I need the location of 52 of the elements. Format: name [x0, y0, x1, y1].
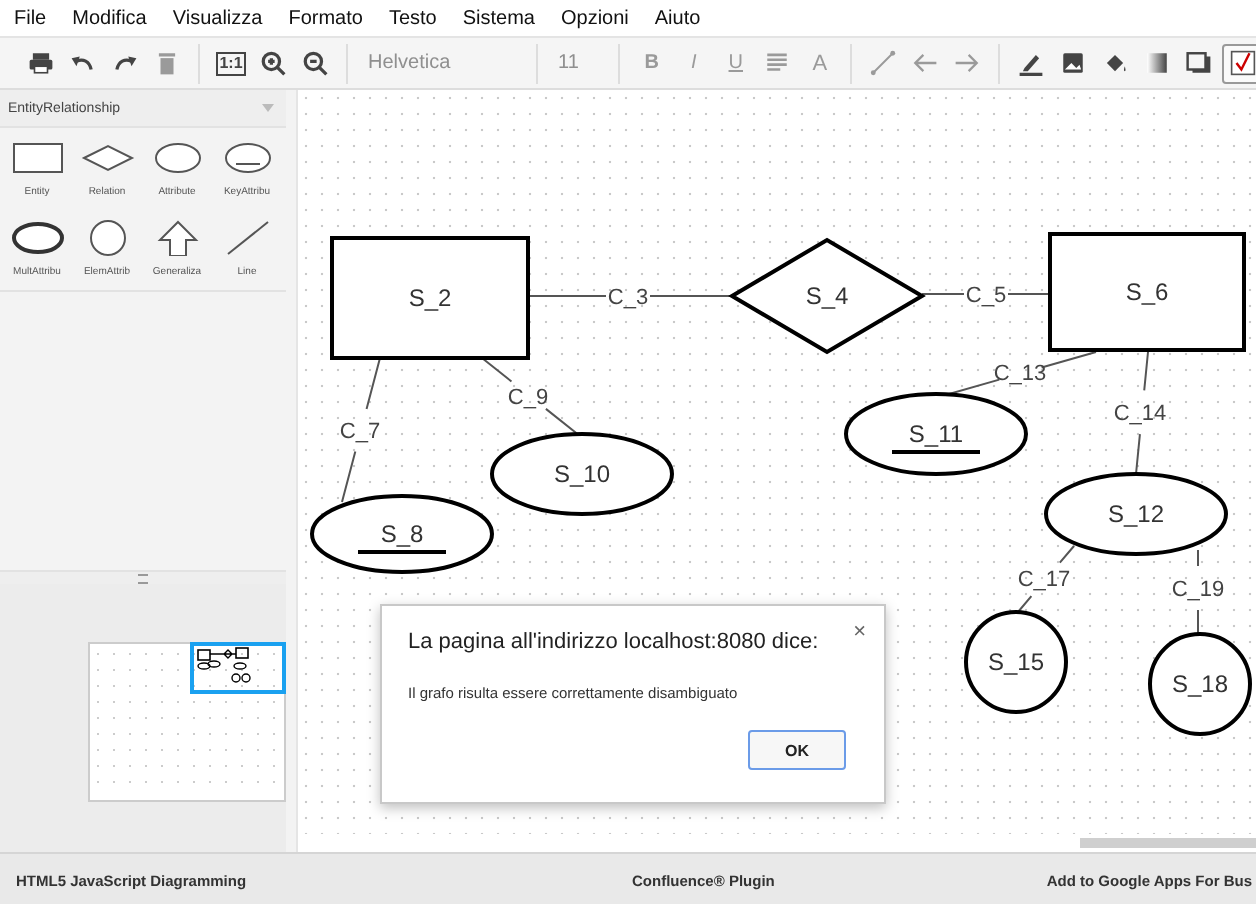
- attribute-node: S_12: [1044, 472, 1228, 556]
- arrow-end-icon: [954, 50, 981, 76]
- menu-item[interactable]: Aiuto: [654, 7, 701, 29]
- scrollbar-thumb[interactable]: [1080, 838, 1256, 848]
- menu-item[interactable]: Sistema: [462, 7, 535, 29]
- connector-line: [921, 293, 1051, 295]
- menu-item[interactable]: Formato: [288, 7, 363, 29]
- connector-line: [481, 357, 581, 437]
- connector-label: C_9: [507, 386, 549, 410]
- connector-line: [1017, 545, 1075, 613]
- menu-item[interactable]: Testo: [388, 7, 437, 29]
- connector-label: C_17: [1017, 568, 1071, 592]
- fill-icon: [1102, 50, 1129, 76]
- gradient-icon: [1144, 50, 1171, 76]
- stroke-icon: [1018, 50, 1045, 76]
- align-icon: [764, 50, 791, 76]
- key-attribute-node: S_8: [310, 494, 494, 574]
- close-button[interactable]: ×: [853, 622, 866, 642]
- image-icon: [1060, 50, 1087, 76]
- connector-label: C_5: [965, 284, 1007, 308]
- entity-shape-icon[interactable]: [7, 140, 67, 176]
- arrow-start-icon: [912, 50, 939, 76]
- shadow-icon: [1186, 50, 1213, 76]
- validate-button[interactable]: [1222, 43, 1256, 83]
- relation-shape-icon[interactable]: [77, 140, 137, 176]
- connector-label: C_13: [993, 362, 1047, 386]
- entity-node: S_6: [1048, 232, 1246, 352]
- menu-item[interactable]: Opzioni: [560, 7, 629, 29]
- entity-node: S_2: [330, 236, 530, 360]
- zoom-out-icon: [302, 50, 328, 76]
- dialog-title: La pagina all'indirizzo localhost:8080 dice:: [408, 630, 819, 654]
- attribute-circle-node: S_18: [1148, 632, 1252, 736]
- menu-item[interactable]: Visualizza: [172, 7, 263, 29]
- ok-button[interactable]: OK: [748, 730, 846, 770]
- menu-item[interactable]: File: [14, 7, 47, 29]
- menu-item[interactable]: Modifica: [72, 7, 147, 29]
- delete-icon: [154, 50, 180, 76]
- connector-label: C_19: [1171, 578, 1225, 602]
- connector-label: C_3: [607, 286, 649, 310]
- relation-node: S_4: [728, 237, 926, 355]
- attribute-circle-node: S_15: [964, 610, 1068, 714]
- attribute-node: S_10: [490, 432, 674, 516]
- minimap-drawing[interactable]: [88, 642, 286, 802]
- zoom-in-icon: [260, 50, 286, 76]
- connector-label: C_7: [339, 420, 381, 444]
- connector-line: [1197, 549, 1199, 635]
- print-icon: [28, 50, 54, 76]
- validate-icon: [1229, 50, 1256, 76]
- key-attribute-node: S_11: [844, 392, 1028, 476]
- multivalued-shape-icon[interactable]: [7, 220, 67, 256]
- line-icon: [870, 50, 897, 76]
- connector-label: C_14: [1113, 402, 1167, 426]
